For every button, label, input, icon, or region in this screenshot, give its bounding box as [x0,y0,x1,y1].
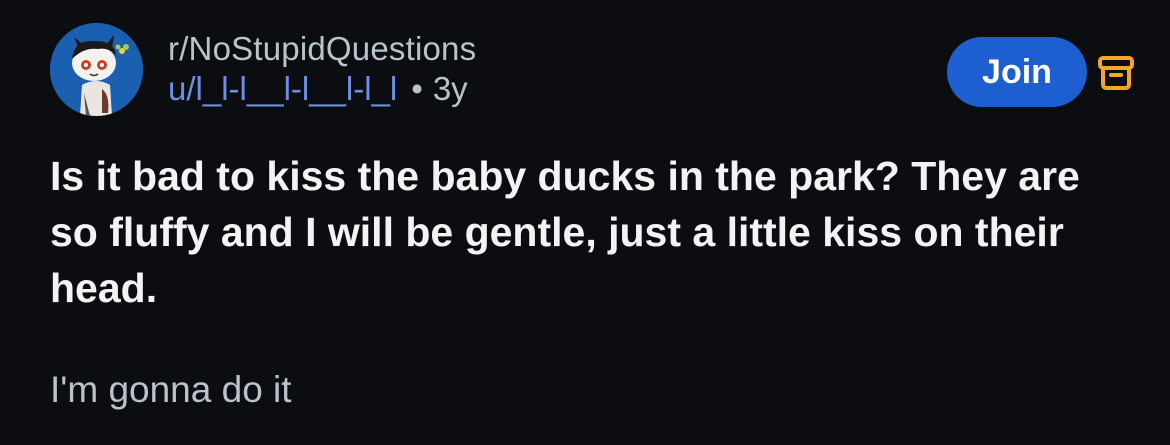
subreddit-avatar[interactable] [50,23,143,116]
archive-icon[interactable] [1098,56,1134,90]
meta-separator: • [411,70,423,107]
join-button[interactable]: Join [947,37,1087,107]
author-line: u/l_l-l__l-l__l-l_l • 3y [168,69,476,109]
post-body: I'm gonna do it [50,369,292,410]
post-age: 3y [432,70,468,107]
post-card: r/NoStupidQuestions u/l_l-l__l-l__l-l_l •… [0,0,1170,445]
subreddit-name[interactable]: r/NoStupidQuestions [168,29,476,69]
post-title[interactable]: Is it bad to kiss the baby ducks in the … [50,148,1130,316]
post-meta: r/NoStupidQuestions u/l_l-l__l-l__l-l_l •… [168,29,476,109]
snoo-avatar-icon [50,23,143,116]
author-name[interactable]: u/l_l-l__l-l__l-l_l [168,70,397,107]
